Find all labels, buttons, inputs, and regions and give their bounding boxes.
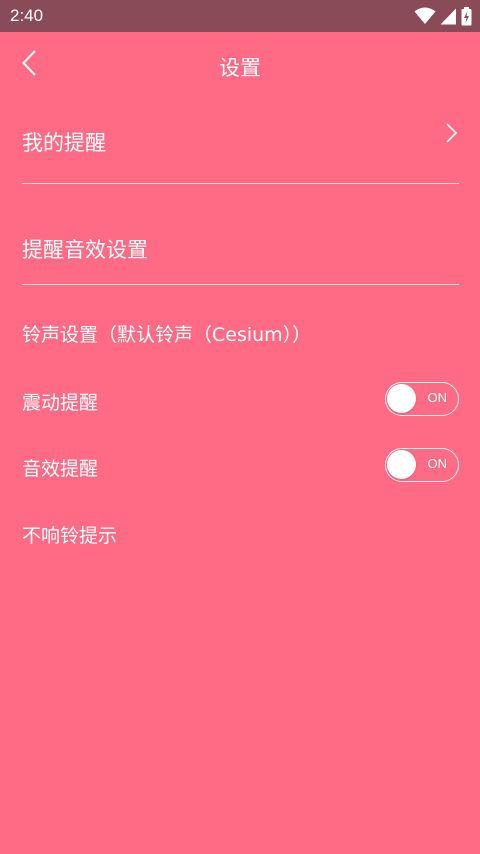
my-reminder-row[interactable]: 我的提醒	[22, 98, 459, 184]
status-bar: 2:40	[0, 0, 480, 32]
vibration-toggle[interactable]: ON	[385, 382, 459, 416]
app-bar: 设置	[0, 32, 480, 98]
divider	[22, 284, 459, 285]
toggle-knob	[387, 450, 416, 479]
reminder-sound-settings-label: 提醒音效设置	[22, 238, 148, 262]
ringtone-settings-label: 铃声设置（默认铃声（Cesium））	[22, 324, 312, 346]
toggle-knob	[387, 384, 416, 413]
vibration-reminder-label: 震动提醒	[22, 392, 99, 414]
toggle-on-text: ON	[427, 456, 448, 471]
ringtone-settings-row[interactable]: 铃声设置（默认铃声（Cesium））	[22, 310, 459, 356]
battery-charging-icon	[461, 6, 472, 26]
my-reminder-label: 我的提醒	[22, 131, 106, 155]
sound-reminder-label: 音效提醒	[22, 458, 99, 480]
signal-icon	[440, 8, 457, 25]
reminder-sound-settings-header: 提醒音效设置	[22, 184, 459, 284]
vibration-reminder-row: 震动提醒 ON	[22, 380, 459, 420]
status-icons	[414, 6, 472, 26]
toggle-on-text: ON	[427, 390, 448, 405]
sound-reminder-row: 音效提醒 ON	[22, 446, 459, 486]
chevron-right-icon	[443, 122, 459, 144]
sound-toggle[interactable]: ON	[385, 448, 459, 482]
status-time: 2:40	[10, 6, 44, 25]
wifi-icon	[414, 7, 436, 25]
page-title: 设置	[219, 56, 261, 80]
no-ring-prompt-row[interactable]: 不响铃提示	[22, 512, 459, 556]
no-ring-prompt-label: 不响铃提示	[22, 525, 118, 547]
